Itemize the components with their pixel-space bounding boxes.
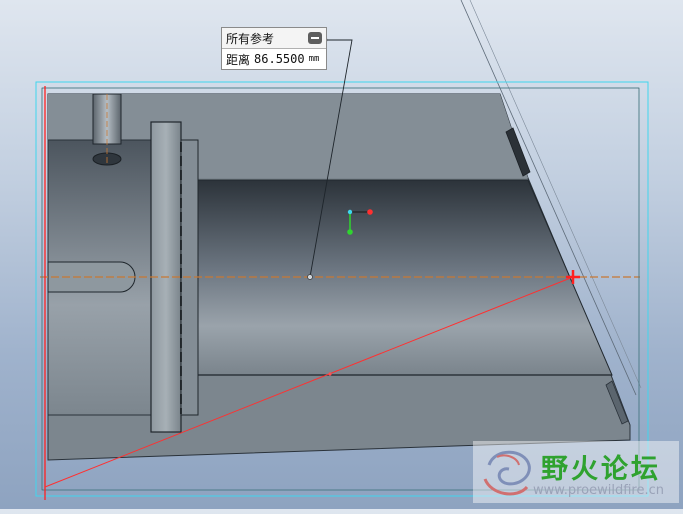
watermark-url: www.proewildfire.cn [533,483,664,498]
measurement-header: 所有参考 [222,28,326,49]
distance-unit: mm [308,54,320,64]
distance-value: 86.5500 [254,52,305,66]
cad-viewport[interactable] [0,0,683,509]
swirl-logo-icon [483,450,531,496]
measurement-tooltip[interactable]: 所有参考 距离 86.5500 mm [221,27,327,70]
distance-label: 距离 [226,52,251,67]
model-canvas[interactable] [0,0,683,509]
intersection-point [328,372,332,376]
leader-endpoint [307,274,313,280]
pin-post[interactable] [92,93,122,145]
measurement-header-label: 所有参考 [226,31,275,46]
watermark: 野火论坛 www.proewildfire.cn [473,441,679,503]
watermark-title: 野火论坛 [541,454,661,485]
measurement-value-row: 距离 86.5500 mm [222,49,326,69]
collapse-icon[interactable] [308,32,322,44]
